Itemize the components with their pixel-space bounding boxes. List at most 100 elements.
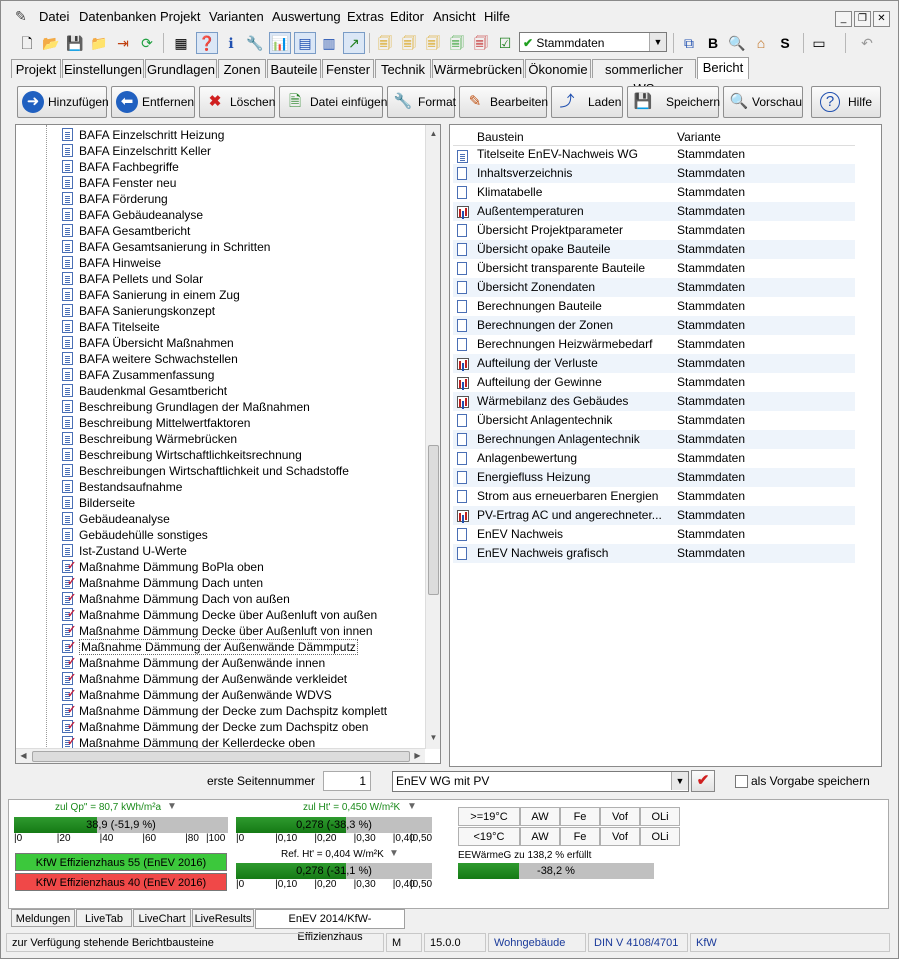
delete-button[interactable]: ✖ Löschen [199, 86, 275, 118]
table-row[interactable]: Außentemperaturen Stammdaten [453, 202, 855, 221]
menu-datenbanken[interactable]: Datenbanken [79, 9, 156, 24]
scroll-right-icon[interactable]: ▶ [410, 749, 425, 763]
tree-item[interactable]: BAFA Übersicht Maßnahmen [62, 335, 234, 351]
tab-bauteile[interactable]: Bauteile [267, 59, 321, 78]
bold-icon[interactable]: B [703, 33, 723, 53]
grid-cell[interactable]: OLi [640, 827, 680, 846]
copy-pages-icon[interactable]: ⧉ [679, 33, 699, 53]
tree-item[interactable]: BAFA Gesamtbericht [62, 223, 190, 239]
tree-item[interactable]: Bestandsaufnahme [62, 479, 182, 495]
table-row[interactable]: Titelseite EnEV-Nachweis WG Stammdaten [453, 145, 855, 164]
tree-item[interactable]: Beschreibungen Wirtschaftlichkeit und Sc… [62, 463, 349, 479]
menu-projekt[interactable]: Projekt [160, 9, 200, 24]
template-tree[interactable]: BAFA Einzelschritt Heizung BAFA Einzelsch… [15, 124, 441, 764]
table-row[interactable]: Berechnungen Bauteile Stammdaten [453, 297, 855, 316]
variant-combo[interactable]: ✔ Stammdaten ▼ [519, 32, 667, 52]
apply-template-button[interactable]: ✔ [691, 770, 715, 792]
table-row[interactable]: Klimatabelle Stammdaten [453, 183, 855, 202]
menu-hilfe[interactable]: Hilfe [484, 9, 510, 24]
home-icon[interactable]: ⌂ [751, 33, 771, 53]
open-folder-icon[interactable]: 📂 [41, 33, 61, 53]
column-header-variante[interactable]: Variante [677, 128, 721, 146]
new-file-icon[interactable]: 🗋 [17, 33, 37, 53]
table-row[interactable]: Berechnungen Anlagentechnik Stammdaten [453, 430, 855, 449]
tree-item[interactable]: BAFA Sanierungskonzept [62, 303, 215, 319]
tree-hscroll-thumb[interactable] [32, 751, 410, 762]
tree-item[interactable]: Maßnahme Dämmung der Decke zum Dachspitz… [62, 703, 387, 719]
tree-scroll-thumb[interactable] [428, 445, 439, 595]
tree-item[interactable]: BAFA Einzelschritt Keller [62, 143, 211, 159]
tab-livetab[interactable]: LiveTab [76, 909, 132, 927]
grid-cell[interactable]: AW [520, 827, 560, 846]
load-button[interactable]: ⤴ Laden [551, 86, 623, 118]
tab-oekonomie[interactable]: Ökonomie [525, 59, 591, 78]
grid-cell[interactable]: Fe [560, 827, 600, 846]
variant-copy-icon[interactable]: 🗐 [375, 33, 395, 53]
tab-projekt[interactable]: Projekt [11, 59, 61, 78]
table-row[interactable]: Anlagenbewertung Stammdaten [453, 449, 855, 468]
menu-ansicht[interactable]: Ansicht [433, 9, 476, 24]
variant-forward-icon[interactable]: 🗐 [399, 33, 419, 53]
tab-bericht[interactable]: Bericht [697, 57, 749, 79]
tree-item[interactable]: Maßnahme Dämmung Dach von außen [62, 591, 290, 607]
menu-extras[interactable]: Extras [347, 9, 384, 24]
tree-horizontal-scrollbar[interactable]: ◀ ▶ [16, 748, 425, 763]
tree-item[interactable]: Gebäudehülle sonstiges [62, 527, 208, 543]
tree-item[interactable]: BAFA weitere Schwachstellen [62, 351, 238, 367]
table-row[interactable]: Übersicht Anlagentechnik Stammdaten [453, 411, 855, 430]
tree-item[interactable]: Maßnahme Dämmung Decke über Außenluft vo… [62, 623, 373, 639]
preview-button[interactable]: 🔍 Vorschau [723, 86, 803, 118]
tree-item[interactable]: BAFA Gebäudeanalyse [62, 207, 203, 223]
tree-item[interactable]: BAFA Sanierung in einem Zug [62, 287, 240, 303]
save-button[interactable]: 💾 Speichern [627, 86, 720, 118]
tree-item[interactable]: Maßnahme Dämmung Decke über Außenluft vo… [62, 607, 377, 623]
scroll-left-icon[interactable]: ◀ [16, 749, 31, 763]
tree-item[interactable]: BAFA Fenster neu [62, 175, 176, 191]
import-icon[interactable]: ⇥ [113, 33, 133, 53]
table-row[interactable]: EnEV Nachweis grafisch Stammdaten [453, 544, 855, 563]
restore-icon[interactable]: ❐ [854, 11, 871, 27]
table-row[interactable]: EnEV Nachweis Stammdaten [453, 525, 855, 544]
tree-item[interactable]: BAFA Gesamtsanierung in Schritten [62, 239, 270, 255]
panel-icon[interactable]: ▭ [809, 33, 829, 53]
tree-item[interactable]: Maßnahme Dämmung der Außenwände Dämmputz [62, 639, 358, 655]
tree-item[interactable]: BAFA Pellets und Solar [62, 271, 203, 287]
table-icon[interactable]: ▤ [294, 32, 316, 54]
tab-einstellungen[interactable]: Einstellungen [62, 59, 144, 78]
tree-item[interactable]: Beschreibung Mittelwertfaktoren [62, 415, 250, 431]
scroll-up-icon[interactable]: ▲ [426, 127, 440, 141]
table-row[interactable]: PV-Ertrag AC und angerechneter... Stammda… [453, 506, 855, 525]
tree-item[interactable]: Bilderseite [62, 495, 135, 511]
variant-add-icon[interactable]: 🗐 [423, 33, 443, 53]
tree-item[interactable]: Beschreibung Grundlagen der Maßnahmen [62, 399, 310, 415]
tab-technik[interactable]: Technik [375, 59, 431, 78]
table-row[interactable]: Energiefluss Heizung Stammdaten [453, 468, 855, 487]
tree-item[interactable]: Beschreibung Wirtschaftlichkeitsrechnung [62, 447, 302, 463]
tree-item[interactable]: Maßnahme Dämmung der Außenwände WDVS [62, 687, 332, 703]
tab-enev-kfw[interactable]: EnEV 2014/KfW-Effizienzhaus [255, 909, 405, 943]
table-row[interactable]: Wärmebilanz des Gebäudes Stammdaten [453, 392, 855, 411]
tree-item[interactable]: Maßnahme Dämmung der Außenwände innen [62, 655, 325, 671]
refresh-icon[interactable]: ⟳ [137, 33, 157, 53]
tab-waermebruecken[interactable]: Wärmebrücken [432, 59, 524, 78]
tree-item[interactable]: BAFA Einzelschritt Heizung [62, 127, 224, 143]
menu-datei[interactable]: Datei [39, 9, 69, 24]
grid-cell[interactable]: OLi [640, 807, 680, 826]
table-row[interactable]: Aufteilung der Verluste Stammdaten [453, 354, 855, 373]
tree-item[interactable]: Maßnahme Dämmung der Decke zum Dachspitz… [62, 719, 368, 735]
table-row[interactable]: Übersicht transparente Bauteile Stammdate… [453, 259, 855, 278]
tab-meldungen[interactable]: Meldungen [11, 909, 75, 927]
tree-item[interactable]: BAFA Titelseite [62, 319, 160, 335]
tree-item[interactable]: Maßnahme Dämmung BoPla oben [62, 559, 264, 575]
zoom-doc-icon[interactable]: 🔍 [727, 33, 747, 53]
menu-editor[interactable]: Editor [390, 9, 424, 24]
variant-delete-icon[interactable]: 🗐 [471, 33, 491, 53]
table-row[interactable]: Strom aus erneuerbaren Energien Stammdate… [453, 487, 855, 506]
table-row[interactable]: Berechnungen der Zonen Stammdaten [453, 316, 855, 335]
table-row[interactable]: Berechnungen Heizwärmebedarf Stammdaten [453, 335, 855, 354]
tree-item[interactable]: Beschreibung Wärmebrücken [62, 431, 237, 447]
save-disk-icon[interactable]: 💾 [65, 33, 85, 53]
insert-file-button[interactable]: 🗎 Datei einfügen [279, 86, 387, 118]
tab-fenster[interactable]: Fenster [322, 59, 374, 78]
tab-sommerlicher-ws[interactable]: sommerlicher WS [592, 59, 696, 96]
